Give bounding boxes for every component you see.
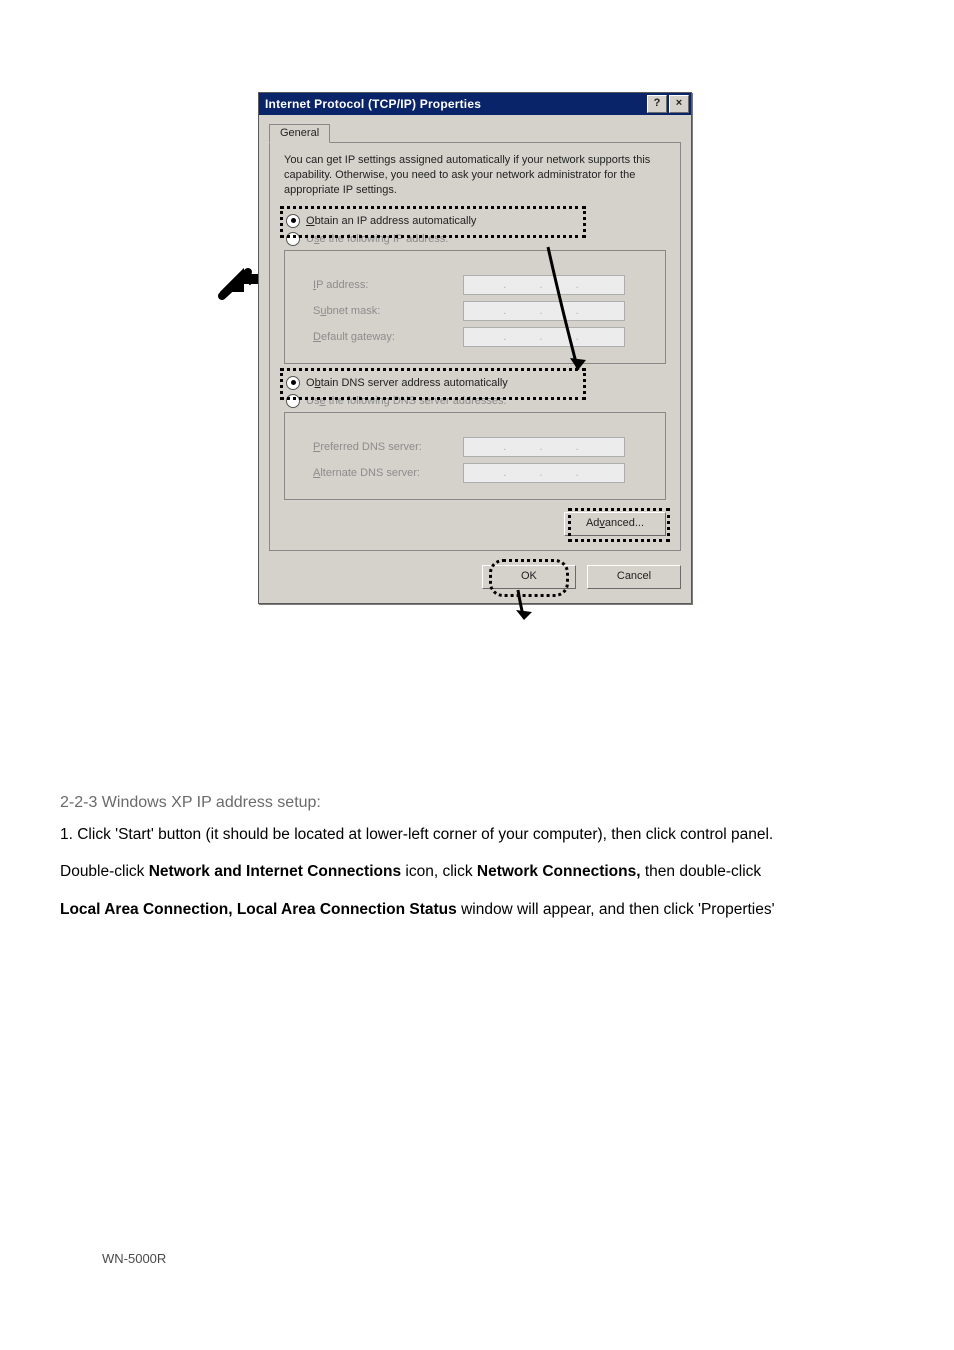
ip-address-input[interactable]: . . . [463, 275, 625, 295]
subnet-mask-label: Subnet mask: [313, 305, 463, 317]
preferred-dns-label: Preferred DNS server: [313, 441, 463, 453]
alternate-dns-label: Alternate DNS server: [313, 467, 463, 479]
radio-dot-icon [286, 376, 300, 390]
radio-ip-manual-label: Use the following IP address: [306, 233, 448, 245]
ip-settings-group: IP address: . . . Subnet mask: . . . Def… [284, 250, 666, 364]
preferred-dns-input[interactable]: . . . [463, 437, 625, 457]
radio-dot-icon [286, 214, 300, 228]
radio-obtain-dns-auto[interactable]: Obtain DNS server address automatically [286, 376, 666, 390]
callout-arrow-icon [218, 262, 260, 300]
cancel-button[interactable]: Cancel [587, 565, 681, 589]
radio-dns-auto-label: Obtain DNS server address automatically [306, 377, 508, 389]
dns-settings-group: Preferred DNS server: . . . Alternate DN… [284, 412, 666, 500]
tab-general[interactable]: General [269, 124, 330, 143]
instruction-line-1: 1. Click 'Start' button (it should be lo… [60, 820, 894, 849]
tab-body: You can get IP settings assigned automat… [269, 142, 681, 551]
radio-use-following-dns[interactable]: Use the following DNS server addresses: [286, 394, 666, 408]
radio-dns-manual-label: Use the following DNS server addresses: [306, 395, 507, 407]
help-button[interactable]: ? [647, 95, 667, 113]
radio-ip-auto-label: btain an IP address automatically [315, 215, 477, 227]
dialog-title: Internet Protocol (TCP/IP) Properties [265, 97, 647, 111]
radio-dot-icon [286, 232, 300, 246]
radio-obtain-ip-auto[interactable]: Obtain an IP address automatically [286, 214, 666, 228]
tcpip-properties-dialog: Internet Protocol (TCP/IP) Properties ? … [258, 92, 692, 604]
instruction-line-3: Local Area Connection, Local Area Connec… [60, 895, 894, 924]
instruction-line-2: Double-click Network and Internet Connec… [60, 857, 894, 886]
alternate-dns-input[interactable]: . . . [463, 463, 625, 483]
dialog-titlebar: Internet Protocol (TCP/IP) Properties ? … [259, 93, 691, 115]
radio-use-following-ip[interactable]: Use the following IP address: [286, 232, 666, 246]
subnet-mask-input[interactable]: . . . [463, 301, 625, 321]
default-gateway-label: Default gateway: [313, 331, 463, 343]
dialog-description: You can get IP settings assigned automat… [284, 153, 666, 198]
ip-address-label: IP address: [313, 279, 463, 291]
instructions-block: 2-2-3 Windows XP IP address setup: 1. Cl… [60, 794, 894, 932]
instructions-heading: 2-2-3 Windows XP IP address setup: [60, 794, 894, 812]
radio-dot-icon [286, 394, 300, 408]
ok-button[interactable]: OK [482, 565, 576, 589]
default-gateway-input[interactable]: . . . [463, 327, 625, 347]
footer-model: WN-5000R [102, 1251, 166, 1266]
advanced-button[interactable]: Advanced... [564, 512, 666, 536]
close-button[interactable]: × [669, 95, 689, 113]
